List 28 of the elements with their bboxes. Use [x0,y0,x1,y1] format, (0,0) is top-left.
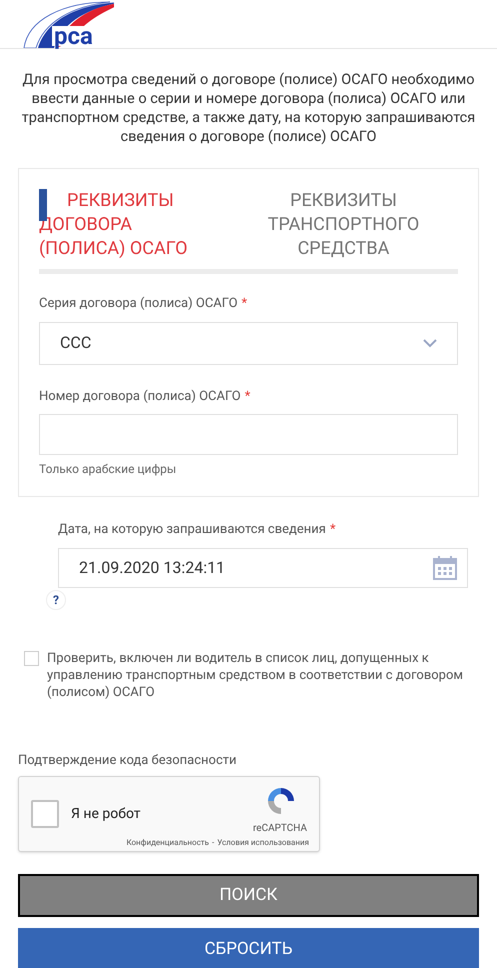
chevron-down-icon [423,338,437,348]
intro-text: Для просмотра сведений о договоре (полисе) ОСАГО необходимо ввести данные о серии и номере договора (полиса) ОСАГО или транспортном средстве, а также дату, на которую запрашиваются сведения о договоре (полисе) ОСАГО [20,70,476,146]
required-mark: * [242,295,248,313]
link-separator: - [212,837,214,849]
calendar-icon[interactable] [433,556,457,580]
required-mark: * [330,521,336,539]
captcha-checkbox[interactable] [31,800,59,828]
terms-link[interactable]: Условия использования [217,837,309,849]
captcha-title: Подтверждение кода безопасности [18,752,238,770]
checkbox-label: Проверить, включен ли водитель в список лиц, допущенных к управлению транспортным средством в соответствии с договором (полисом) ОСАГО [47,650,464,700]
date-input[interactable]: 21.09.2020 13:24:11 [58,548,468,588]
field-hint: Только арабские цифры [39,461,178,478]
recaptcha-brand: reCAPTCHA [252,822,307,836]
series-select[interactable]: ССС [39,322,458,364]
field-label: Серия договора (полиса) ОСАГО [39,295,238,313]
driver-checkbox[interactable] [24,650,39,666]
help-button[interactable]: ? [46,590,66,610]
search-button[interactable]: ПОИСК [18,874,479,917]
tab[interactable]: РЕКВИЗИТЫ ТРАНСПОРТНОГО СРЕДСТВА [229,189,458,261]
tab[interactable]: РЕКВИЗИТЫ ДОГОВОРА (ПОЛИСА) ОСАГО [39,189,229,261]
field-label: Дата, на которую запрашиваются сведения [58,521,326,539]
field-label: Номер договора (полиса) ОСАГО [39,388,241,406]
privacy-link[interactable]: Конфиденциальность [126,837,209,849]
captcha-label: Я не робот [71,804,141,824]
recaptcha-icon [265,785,297,817]
number-input[interactable] [39,414,458,455]
reset-button[interactable]: СБРОСИТЬ [18,928,479,968]
required-mark: * [244,388,250,406]
